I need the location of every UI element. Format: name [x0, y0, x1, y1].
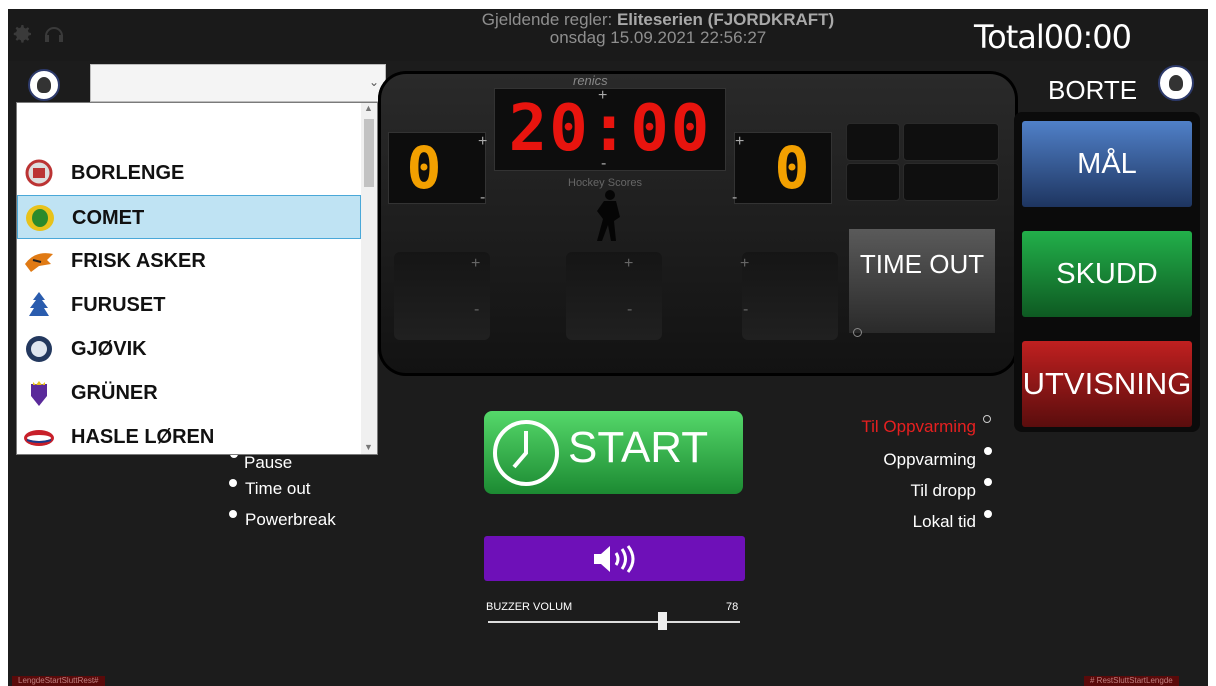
scrollbar-thumb[interactable]	[364, 119, 374, 187]
til-oppvarming-option[interactable]: Til Oppvarming	[768, 417, 976, 437]
penalty-plus-button[interactable]: +	[740, 255, 749, 273]
away-score: 0	[774, 134, 810, 202]
pause-option[interactable]: Pause	[244, 453, 292, 473]
team-option-gjovik[interactable]: GJØVIK	[17, 327, 361, 371]
rules-value: Eliteserien (FJORDKRAFT)	[616, 10, 835, 29]
buzzer-volume-value: 78	[726, 601, 739, 613]
team-option-hasle-loren[interactable]: HASLE LØREN	[17, 415, 361, 454]
buzzer-volume-thumb[interactable]	[657, 612, 667, 630]
stat-box	[903, 163, 999, 201]
til-dropp-option[interactable]: Til dropp	[768, 481, 976, 501]
powerbreak-radio[interactable]	[229, 510, 237, 518]
away-score-box: 0	[734, 132, 832, 204]
timeout-indicator	[853, 328, 862, 337]
team-option-comet[interactable]: COMET	[17, 195, 361, 239]
penalty-box	[742, 252, 838, 340]
clock-plus-button[interactable]: +	[598, 87, 607, 105]
rules-label: Gjeldende regler:	[481, 10, 613, 29]
start-label: START	[568, 423, 709, 472]
penalty-box	[566, 252, 662, 340]
goal-button[interactable]: MÅL	[1022, 121, 1192, 207]
oppvarming-radio[interactable]	[984, 447, 992, 455]
gear-icon[interactable]	[10, 22, 34, 46]
timeout-option[interactable]: Time out	[245, 479, 311, 499]
rules-info: Gjeldende regler: Eliteserien (FJORDKRAF…	[388, 11, 928, 47]
home-score-plus-button[interactable]: +	[478, 133, 487, 151]
hasle-loren-logo-icon	[24, 430, 54, 446]
scroll-up-icon[interactable]: ▲	[364, 103, 373, 113]
buzzer-volume-slider[interactable]	[488, 621, 740, 623]
away-label: BORTE	[1048, 75, 1138, 105]
borlenge-logo-icon	[25, 159, 53, 187]
team-option-gruner[interactable]: GRÜNER	[17, 371, 361, 415]
away-team-logo	[1158, 65, 1194, 101]
clock-icon	[493, 420, 559, 486]
hockey-scores-label: Hockey Scores	[568, 177, 642, 189]
away-score-minus-button[interactable]: -	[732, 189, 737, 207]
app-window: Gjeldende regler: Eliteserien (FJORDKRAF…	[8, 9, 1208, 686]
timeout-radio[interactable]	[229, 479, 237, 487]
home-score: 0	[406, 134, 442, 202]
headset-icon[interactable]	[43, 24, 65, 44]
team-option-label: GJØVIK	[71, 338, 147, 360]
team-option-borlenge[interactable]: BORLENGE	[17, 151, 361, 195]
powerbreak-option[interactable]: Powerbreak	[245, 510, 336, 530]
brand-logo: renics	[573, 73, 608, 88]
away-score-plus-button[interactable]: +	[735, 133, 744, 151]
home-score-box: 0	[388, 132, 486, 204]
oppvarming-option[interactable]: Oppvarming	[768, 450, 976, 470]
scroll-down-icon[interactable]: ▼	[364, 442, 373, 452]
game-clock: 20:00	[508, 92, 712, 166]
team-dropdown-list[interactable]: ▲ ▼ BORLENGE COMET FRISK ASKER FURUSET G…	[16, 102, 378, 455]
chevron-down-icon: ⌄	[368, 75, 379, 89]
timeout-button[interactable]: TIME OUT	[849, 229, 995, 333]
team-option-frisk-asker[interactable]: FRISK ASKER	[17, 239, 361, 283]
til-oppvarming-radio[interactable]	[983, 415, 991, 423]
stat-box	[903, 123, 999, 161]
home-team-select[interactable]: ⌄	[90, 64, 386, 102]
lokal-tid-option[interactable]: Lokal tid	[768, 512, 976, 532]
clock-minus-button[interactable]: -	[601, 155, 606, 173]
team-option-label: GRÜNER	[71, 382, 158, 404]
start-button[interactable]: START	[484, 411, 743, 494]
penalty-plus-button[interactable]: +	[471, 255, 480, 273]
penalty-plus-button[interactable]: +	[624, 255, 633, 273]
period-box	[846, 123, 900, 161]
period-box	[846, 163, 900, 201]
penalty-button[interactable]: UTVISNING	[1022, 341, 1192, 427]
total-value: 00:00	[1043, 18, 1132, 56]
dropdown-scrollbar[interactable]: ▲ ▼	[361, 103, 377, 454]
frisk-asker-logo-icon	[25, 253, 53, 272]
datetime: onsdag 15.09.2021 22:56:27	[549, 28, 767, 47]
game-clock-box: 20:00	[494, 88, 726, 171]
comet-logo-icon	[26, 205, 54, 231]
gjovik-logo-icon	[26, 336, 52, 362]
team-option-label: COMET	[72, 207, 145, 229]
team-option-furuset[interactable]: FURUSET	[17, 283, 361, 327]
til-dropp-radio[interactable]	[984, 478, 992, 486]
gruner-logo-icon	[31, 381, 47, 406]
total-label: Total	[974, 18, 1045, 56]
team-option-label: HASLE LØREN	[71, 426, 215, 448]
penalty-minus-button[interactable]: -	[474, 301, 479, 319]
speaker-icon	[594, 545, 635, 573]
team-option-label: FURUSET	[71, 294, 166, 316]
furuset-logo-icon	[29, 292, 49, 316]
left-debug-tag: LengdeStartSluttRest#	[12, 676, 105, 686]
penalty-minus-button[interactable]: -	[627, 301, 632, 319]
buzzer-button[interactable]	[484, 536, 745, 581]
right-debug-tag: # RestSluttStartLengde	[1084, 676, 1179, 686]
shot-button[interactable]: SKUDD	[1022, 231, 1192, 317]
home-score-minus-button[interactable]: -	[480, 189, 485, 207]
team-option-label: BORLENGE	[71, 162, 185, 184]
penalty-minus-button[interactable]: -	[743, 301, 748, 319]
team-option-label: FRISK ASKER	[71, 250, 206, 272]
lokal-tid-radio[interactable]	[984, 510, 992, 518]
hockey-player-icon	[597, 190, 620, 241]
total-time: Total00:00	[974, 18, 1132, 56]
home-team-logo	[28, 69, 60, 101]
buzzer-volume-label: BUZZER VOLUM	[486, 601, 573, 613]
